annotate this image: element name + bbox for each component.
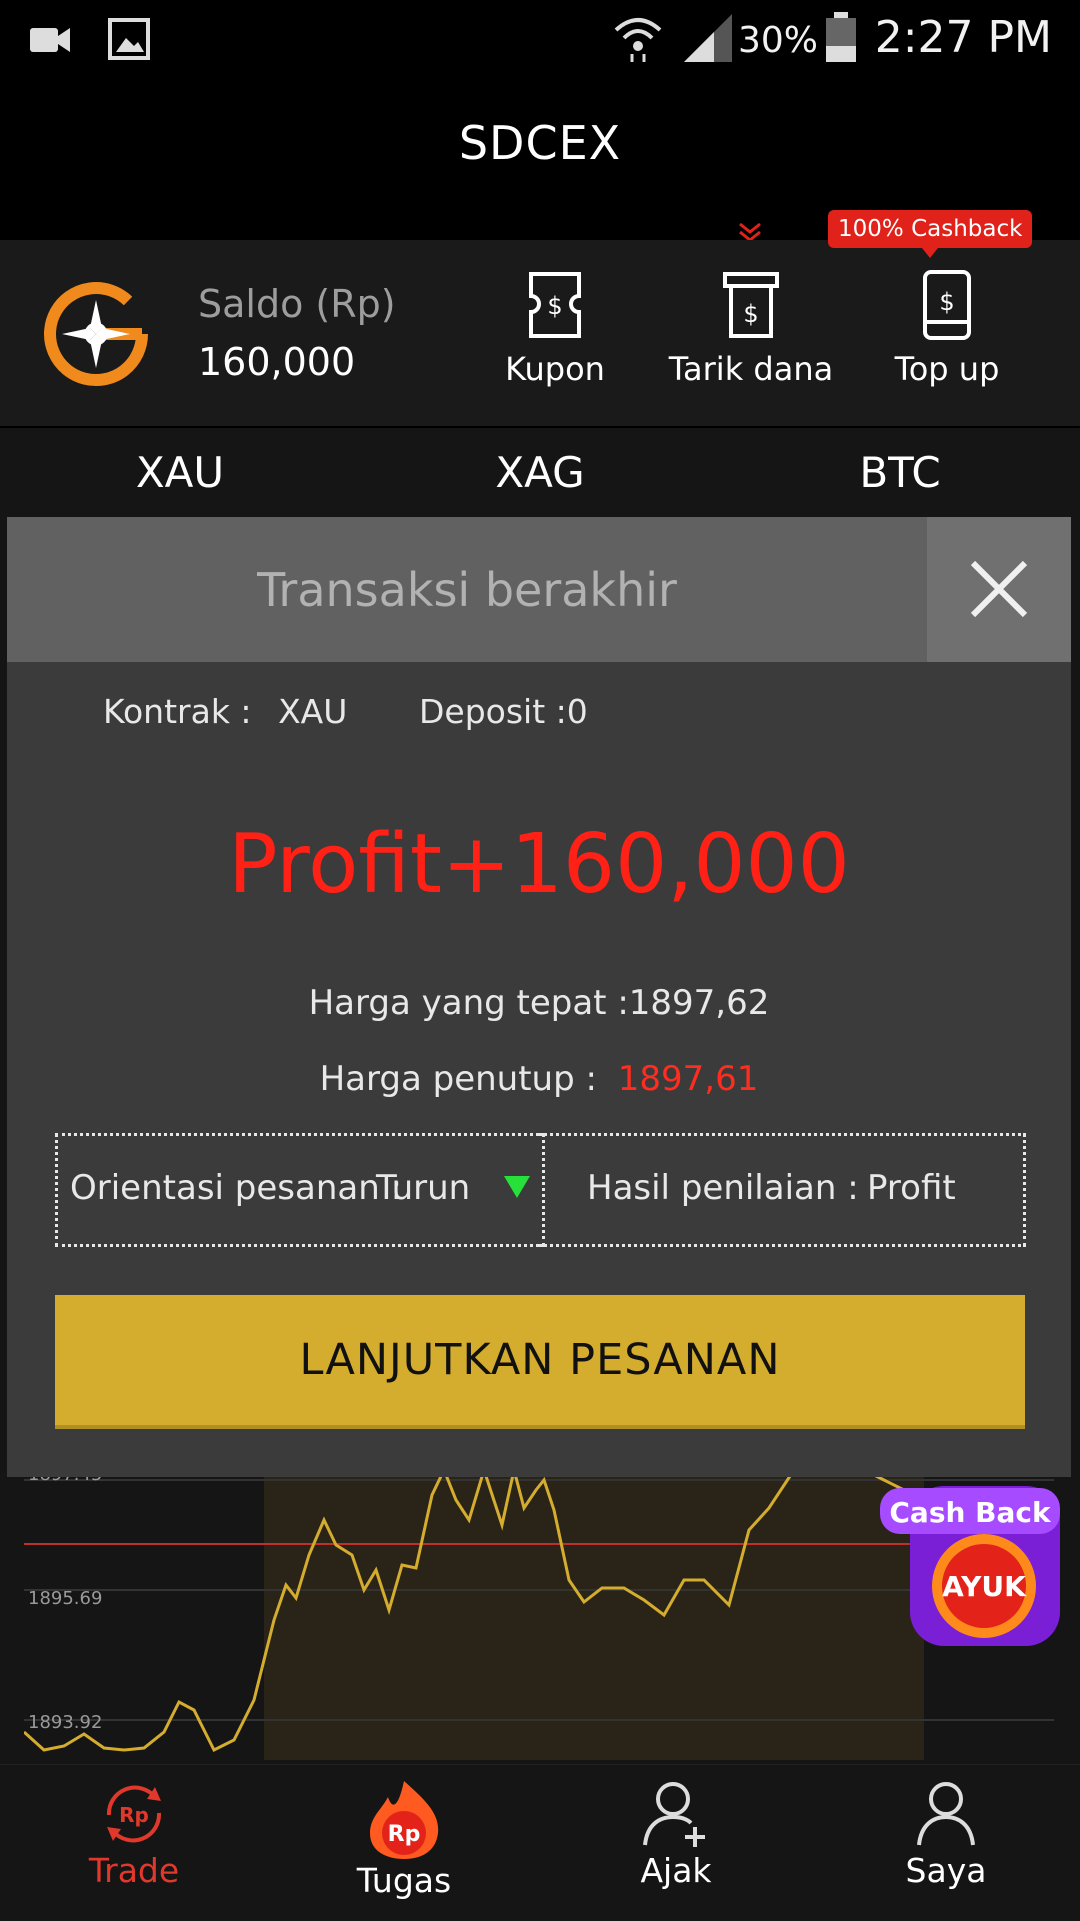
deposit-label: Deposit : xyxy=(419,692,567,731)
cashback-badge: 100% Cashback xyxy=(828,210,1033,258)
contract-info: Kontrak : XAU xyxy=(103,692,347,731)
clock: 2:27 PM xyxy=(874,12,1052,63)
promo-button-label: AYUK xyxy=(942,1570,1027,1603)
transaction-result-modal: Transaksi berakhir Kontrak : XAU Deposit… xyxy=(7,517,1071,1477)
continue-order-button[interactable]: LANJUTKAN PESANAN xyxy=(55,1295,1025,1429)
tab-xag[interactable]: XAG xyxy=(440,448,640,497)
y-tick-2: 1895.69 xyxy=(28,1588,102,1609)
svg-text:Rp: Rp xyxy=(388,1822,421,1847)
order-orientation-box: Orientasi pesanan : Turun xyxy=(55,1133,545,1247)
svg-text:Rp: Rp xyxy=(119,1803,149,1827)
nav-tugas-label: Tugas xyxy=(356,1861,452,1900)
down-arrow-icon xyxy=(504,1176,530,1198)
battery-percent: 30% xyxy=(737,20,818,61)
modal-header: Transaksi berakhir xyxy=(7,517,1071,662)
result-value: Profit xyxy=(867,1168,956,1208)
fire-rp-icon: Rp xyxy=(370,1781,439,1859)
nav-saya[interactable]: Saya xyxy=(846,1779,1046,1890)
deposit-info: Deposit :0 xyxy=(419,692,588,731)
tab-btc[interactable]: BTC xyxy=(800,448,1000,497)
add-user-icon xyxy=(643,1782,705,1847)
brand-logo xyxy=(44,282,148,387)
cashback-promo-button[interactable]: Cash Back AYUK xyxy=(874,1466,1070,1656)
video-icon xyxy=(30,28,70,52)
balance-label: Saldo (Rp) xyxy=(198,282,396,326)
orientation-value: Turun xyxy=(376,1168,471,1208)
nav-tugas[interactable]: Rp Tugas xyxy=(304,1779,504,1900)
market-tabs: XAU XAG BTC xyxy=(0,428,1080,518)
modal-title: Transaksi berakhir xyxy=(257,563,677,617)
entry-price-value: 1897,62 xyxy=(628,983,770,1023)
top-up-label: Top up xyxy=(894,350,1000,388)
nav-trade-label: Trade xyxy=(88,1851,180,1890)
close-button[interactable] xyxy=(927,517,1071,662)
trade-icon: Rp xyxy=(106,1785,162,1843)
assessment-result-box: Hasil penilaian : Profit xyxy=(539,1133,1026,1247)
bottom-nav: Rp Trade Rp Tugas Ajak Saya xyxy=(0,1764,1080,1921)
result-label: Hasil penilaian : xyxy=(587,1168,859,1208)
kupon-button[interactable]: $ Kupon xyxy=(460,270,650,388)
withdraw-icon: $ xyxy=(723,272,779,338)
entry-price-label: Harga yang tepat : xyxy=(308,983,629,1023)
balance-value: 160,000 xyxy=(198,340,356,384)
promo-graphic: Cash Back AYUK xyxy=(880,1486,1060,1646)
close-icon xyxy=(970,560,1028,618)
orientation-label: Orientasi pesanan : xyxy=(70,1168,403,1208)
tarik-dana-label: Tarik dana xyxy=(668,350,834,388)
contract-label: Kontrak : xyxy=(103,692,252,731)
top-up-button[interactable]: $ Top up xyxy=(852,270,1042,388)
nav-trade[interactable]: Rp Trade xyxy=(34,1779,234,1890)
chevron-down-icon[interactable] xyxy=(738,222,762,242)
battery-icon xyxy=(826,12,856,62)
wifi-icon xyxy=(614,18,662,62)
close-price-label: Harga penutup : xyxy=(319,1059,597,1099)
nav-ajak[interactable]: Ajak xyxy=(576,1779,776,1890)
svg-text:$: $ xyxy=(547,292,562,320)
svg-text:$: $ xyxy=(939,288,954,316)
close-price-value: 1897,61 xyxy=(617,1059,759,1099)
status-bar: 30% 2:27 PM xyxy=(0,0,1080,80)
close-price-row: Harga penutup : 1897,61 xyxy=(7,1059,1071,1099)
kupon-label: Kupon xyxy=(505,350,605,388)
svg-text:$: $ xyxy=(743,300,758,328)
contract-value: XAU xyxy=(278,692,348,731)
app-title: SDCEX xyxy=(458,116,622,170)
nav-ajak-label: Ajak xyxy=(640,1851,712,1890)
nav-saya-label: Saya xyxy=(905,1851,987,1890)
signal-icon xyxy=(684,14,732,62)
tarik-dana-button[interactable]: $ Tarik dana xyxy=(656,270,846,388)
user-icon xyxy=(917,1782,975,1846)
y-tick-3: 1893.92 xyxy=(28,1712,102,1733)
topup-icon: $ xyxy=(923,270,971,340)
coupon-icon: $ xyxy=(529,272,581,338)
tab-xau[interactable]: XAU xyxy=(80,448,280,497)
entry-price-row: Harga yang tepat :1897,62 xyxy=(7,983,1071,1023)
image-icon xyxy=(108,18,150,60)
promo-title: Cash Back xyxy=(889,1496,1052,1529)
balance-panel: Saldo (Rp) 160,000 $ Kupon $ Tarik dana … xyxy=(0,240,1080,428)
deposit-value: 0 xyxy=(566,692,588,731)
profit-amount: Profit+160,000 xyxy=(228,817,850,912)
